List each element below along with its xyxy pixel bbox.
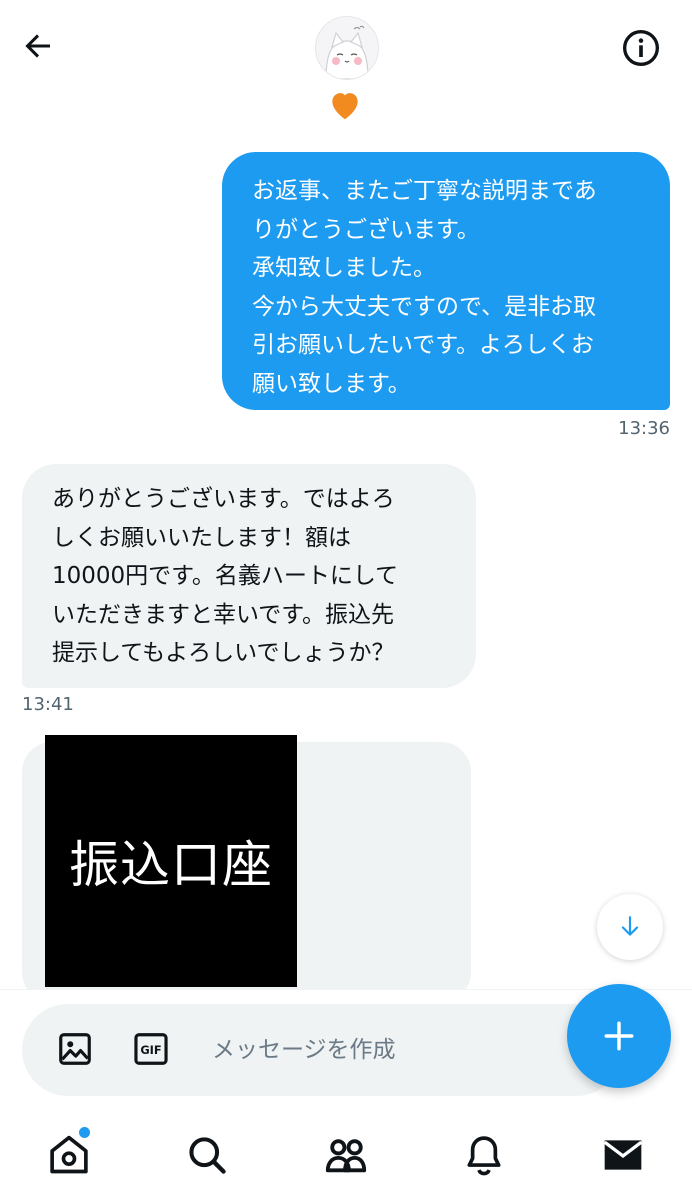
message-input[interactable] xyxy=(196,1020,566,1080)
info-circle-icon xyxy=(622,29,660,67)
cat-avatar-image xyxy=(316,17,378,79)
bank-account-image-text: 振込口座 xyxy=(69,836,273,894)
plus-icon xyxy=(604,1021,634,1051)
arrow-down-icon xyxy=(621,916,639,936)
avatar[interactable] xyxy=(315,16,379,80)
communities-icon xyxy=(325,1139,367,1173)
orange-heart-icon xyxy=(326,86,364,124)
incoming-message-bubble[interactable]: ありがとうございます。ではよろ しくお願いいたします！額は 10000円です。名… xyxy=(22,464,476,688)
add-gif-button[interactable]: GIF xyxy=(128,1026,174,1072)
image-icon xyxy=(59,1033,91,1065)
gif-icon: GIF xyxy=(134,1033,168,1065)
svg-text:GIF: GIF xyxy=(140,1043,161,1057)
mail-icon xyxy=(603,1140,643,1170)
nav-notifications[interactable] xyxy=(459,1130,509,1180)
outgoing-message-bubble[interactable]: お返事、またご丁寧な説明まであ りがとうございます。 承知致しました。 今から大… xyxy=(222,152,670,410)
nav-messages[interactable] xyxy=(598,1130,648,1180)
arrow-left-icon xyxy=(25,34,50,58)
nav-search[interactable] xyxy=(182,1130,232,1180)
scroll-to-bottom-button[interactable] xyxy=(597,894,663,960)
add-image-button[interactable] xyxy=(52,1026,98,1072)
conversation-info-button[interactable] xyxy=(617,24,665,72)
notification-dot xyxy=(79,1127,90,1138)
bank-account-image[interactable]: 振込口座 xyxy=(45,735,297,987)
message-timestamp: 13:36 xyxy=(618,418,670,439)
home-icon xyxy=(50,1135,88,1174)
back-button[interactable] xyxy=(16,24,60,68)
new-message-button[interactable] xyxy=(567,984,671,1088)
search-icon xyxy=(189,1137,226,1174)
bell-icon xyxy=(467,1136,501,1176)
nav-communities[interactable] xyxy=(321,1130,371,1180)
composer-divider xyxy=(0,989,692,990)
message-timestamp: 13:41 xyxy=(22,694,74,715)
